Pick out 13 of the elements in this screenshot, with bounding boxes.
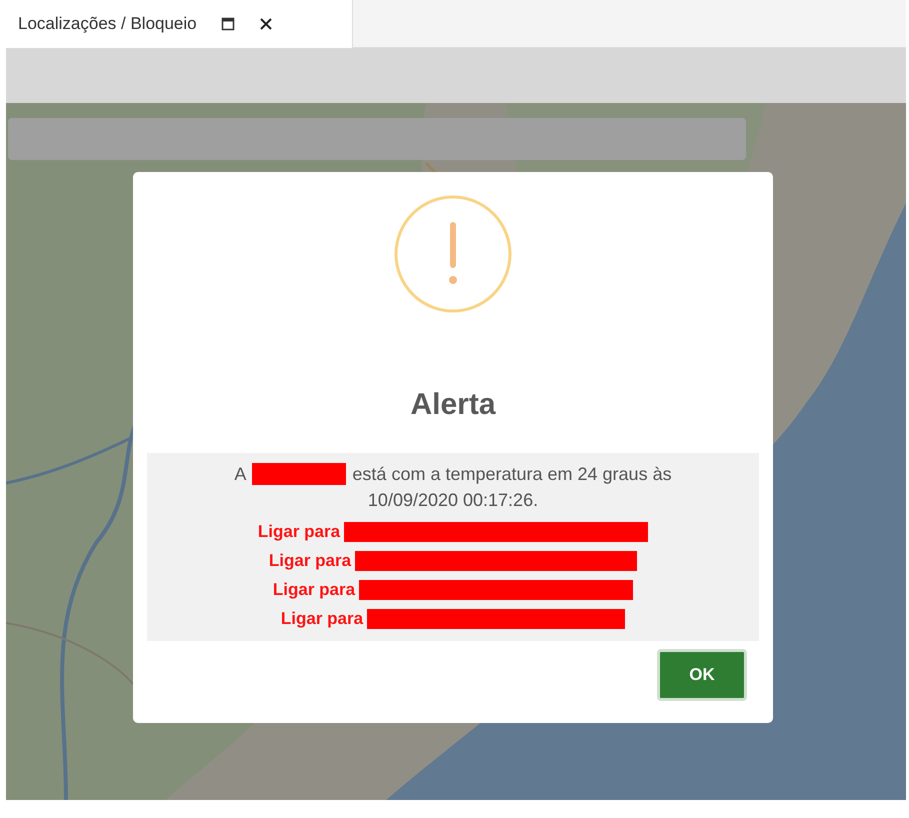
message-text: A (234, 463, 246, 486)
ok-button[interactable]: OK (657, 649, 747, 701)
tab-title: Localizações / Bloqueio (18, 13, 197, 36)
maximize-icon[interactable] (220, 17, 235, 31)
warning-icon (393, 194, 513, 314)
close-icon[interactable] (258, 17, 273, 31)
message-text: está com a temperatura em 24 graus às (352, 463, 672, 486)
call-label: Ligar para (258, 520, 340, 543)
message-text: 10/09/2020 00:17:26. (368, 489, 538, 512)
alert-title: Alerta (410, 387, 496, 423)
call-label: Ligar para (272, 578, 356, 601)
call-label: Ligar para (280, 608, 364, 630)
call-label: Ligar para (268, 550, 352, 572)
